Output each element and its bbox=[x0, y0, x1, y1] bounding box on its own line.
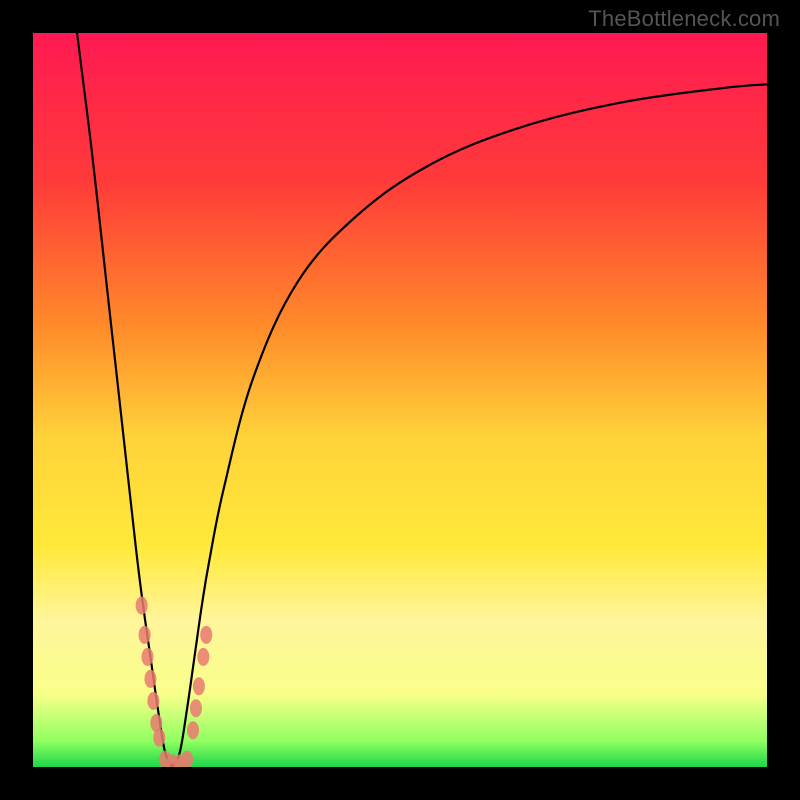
data-marker bbox=[147, 692, 159, 710]
data-marker bbox=[187, 721, 199, 739]
curve-left-branch bbox=[77, 33, 172, 767]
curve-right-branch bbox=[172, 84, 767, 767]
data-marker bbox=[197, 648, 209, 666]
data-marker bbox=[139, 626, 151, 644]
watermark-text: TheBottleneck.com bbox=[588, 6, 780, 32]
data-marker bbox=[136, 597, 148, 615]
data-marker bbox=[181, 751, 193, 767]
plot-area bbox=[33, 33, 767, 767]
data-marker bbox=[190, 699, 202, 717]
data-marker bbox=[144, 670, 156, 688]
data-marker bbox=[200, 626, 212, 644]
data-marker bbox=[193, 677, 205, 695]
chart-frame: TheBottleneck.com bbox=[0, 0, 800, 800]
data-marker bbox=[153, 729, 165, 747]
bottleneck-curve bbox=[33, 33, 767, 767]
data-marker bbox=[142, 648, 154, 666]
